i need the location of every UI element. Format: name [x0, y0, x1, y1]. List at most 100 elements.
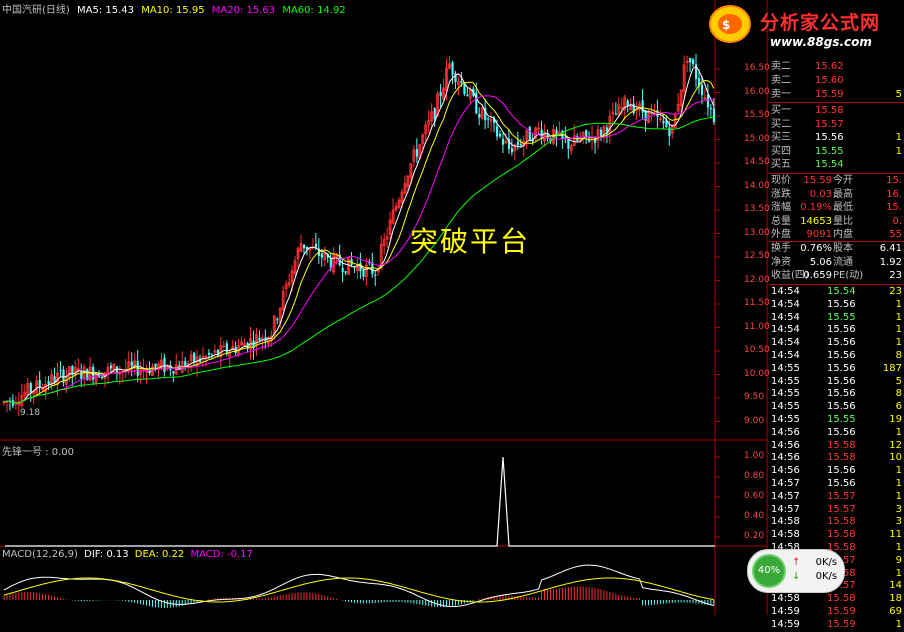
candle-body: [47, 381, 50, 385]
sell-price: 15.62: [815, 61, 844, 72]
candle-body: [460, 81, 463, 83]
candle-body: [709, 108, 713, 110]
macd-header: MACD(12,26,9) DIF: 0.13 DEA: 0.22 MACD: …: [2, 549, 253, 560]
network-speed-widget[interactable]: 40% ↑ 0K/s ↓ 0K/s: [747, 549, 845, 593]
ma60-label: MA60: 14.92: [282, 5, 346, 16]
candle-body: [154, 363, 157, 367]
quote-value: 15.59: [803, 175, 832, 186]
arrow-up-icon: ↑: [792, 557, 801, 568]
buy-row: 买三 15.56 1: [769, 131, 904, 145]
candle-body: [478, 114, 481, 118]
candle-body: [463, 84, 466, 94]
candle-body: [519, 143, 522, 146]
candle-body: [712, 108, 716, 123]
breakout-annotation: 突破平台: [410, 225, 531, 258]
quote-value: 16.: [886, 188, 902, 200]
quote-value: 14653: [800, 215, 832, 227]
fundamental-label: 股本: [833, 243, 853, 254]
price-pane-header: 中国汽研(日线) MA5: 15.43 MA10: 15.95 MA20: 15…: [2, 1, 346, 16]
candle-body: [501, 139, 505, 145]
quote-value: 55: [889, 229, 902, 240]
quote-value: 15.: [886, 202, 902, 213]
buy-volume: 1: [895, 132, 902, 143]
logo-emblem-icon: $: [709, 5, 751, 43]
sell-volume: 5: [895, 89, 902, 100]
candle-body: [439, 91, 442, 97]
candle-body: [362, 269, 365, 277]
arrow-down-icon: ↓: [792, 571, 801, 582]
buy-level-label: 买四: [771, 145, 791, 157]
buy-row: 买二 15.57: [769, 118, 904, 132]
quote-label: 量比: [833, 215, 853, 227]
tick-row: 14:59 15.59 1: [769, 618, 904, 632]
quote-value: 0.: [892, 215, 902, 227]
sell-price: 15.60: [815, 75, 844, 86]
macd-dif: DIF: 0.13: [84, 549, 129, 560]
quote-row: 涨幅 0.19% 最低 15.: [769, 201, 904, 215]
buy-row: 买四 15.55 1: [769, 145, 904, 159]
sell-level-label: 卖二: [771, 61, 791, 72]
indicator-axis-label: 1.00: [744, 451, 765, 461]
quote-value: 9091: [806, 229, 832, 240]
quote-row: 总量 14653 量比 0.: [769, 215, 904, 229]
candle-body: [276, 318, 279, 321]
price-axis-label: 14.00: [744, 180, 770, 191]
candle-body: [207, 352, 211, 355]
candle-body: [433, 108, 436, 120]
candle-body: [415, 148, 419, 157]
candle-body: [700, 84, 704, 96]
macd-dea: DEA: 0.22: [134, 549, 185, 560]
candle-body: [163, 357, 166, 372]
candle-body: [258, 337, 261, 341]
fundamental-row: 净资 5.06 流通 1.92: [769, 256, 904, 270]
quote-label: 最高: [833, 188, 853, 200]
indicator-axis-label: 0.20: [744, 531, 765, 541]
price-axis-label: 10.00: [744, 368, 770, 379]
candle-body: [567, 138, 570, 149]
buy-level-label: 买二: [771, 118, 791, 130]
sell-level-label: 卖一: [771, 89, 791, 100]
candle-body: [314, 243, 318, 248]
price-axis-label: 12.50: [744, 251, 770, 261]
network-percent: 40%: [752, 554, 786, 588]
price-axis-label: 11.00: [744, 321, 770, 332]
indicator-line: [5, 456, 715, 547]
fundamental-value: 0.659: [803, 270, 832, 281]
candle-body: [80, 371, 83, 379]
fundamental-value: 6.41: [879, 243, 902, 254]
price-axis-label: 13.50: [744, 204, 770, 214]
quote-label: 今开: [833, 175, 853, 186]
buy-price: 15.54: [815, 159, 844, 170]
quote-value: 0.03: [809, 188, 832, 200]
candle-body: [341, 267, 344, 273]
candle-body: [29, 383, 32, 393]
candle-body: [92, 366, 95, 380]
buy-row: 买五 15.54: [769, 158, 904, 172]
candle-body: [210, 354, 214, 356]
candle-body: [641, 100, 644, 113]
indicator-axis-label: 0.80: [744, 471, 765, 481]
candle-body: [59, 369, 62, 371]
candle-body: [320, 253, 323, 258]
macd-value: MACD: -0.17: [190, 549, 253, 560]
candle-body: [451, 62, 454, 75]
fundamental-value: 5.06: [809, 256, 832, 268]
divider: [769, 102, 904, 103]
price-axis-label: 13.00: [744, 227, 770, 238]
candle-body: [374, 274, 377, 276]
site-logo[interactable]: $ 分析家公式网 www.88gs.com: [708, 2, 904, 52]
quote-value: 15.: [886, 175, 902, 186]
sell-row: 卖一 15.59 5: [769, 88, 904, 102]
quote-label: 最低: [833, 202, 853, 213]
ma10-label: MA10: 15.95: [141, 5, 205, 16]
candle-body: [38, 380, 41, 388]
candle-body: [706, 94, 710, 108]
candle-body: [516, 141, 520, 145]
sell-row: 卖二 15.62: [769, 60, 904, 74]
candle-body: [585, 129, 588, 137]
price-axis-label: 14.50: [744, 157, 770, 167]
candle-body: [101, 376, 104, 379]
ma5-line: [3, 65, 715, 404]
fundamental-label: 净资: [771, 256, 791, 268]
candle-body: [130, 361, 133, 366]
